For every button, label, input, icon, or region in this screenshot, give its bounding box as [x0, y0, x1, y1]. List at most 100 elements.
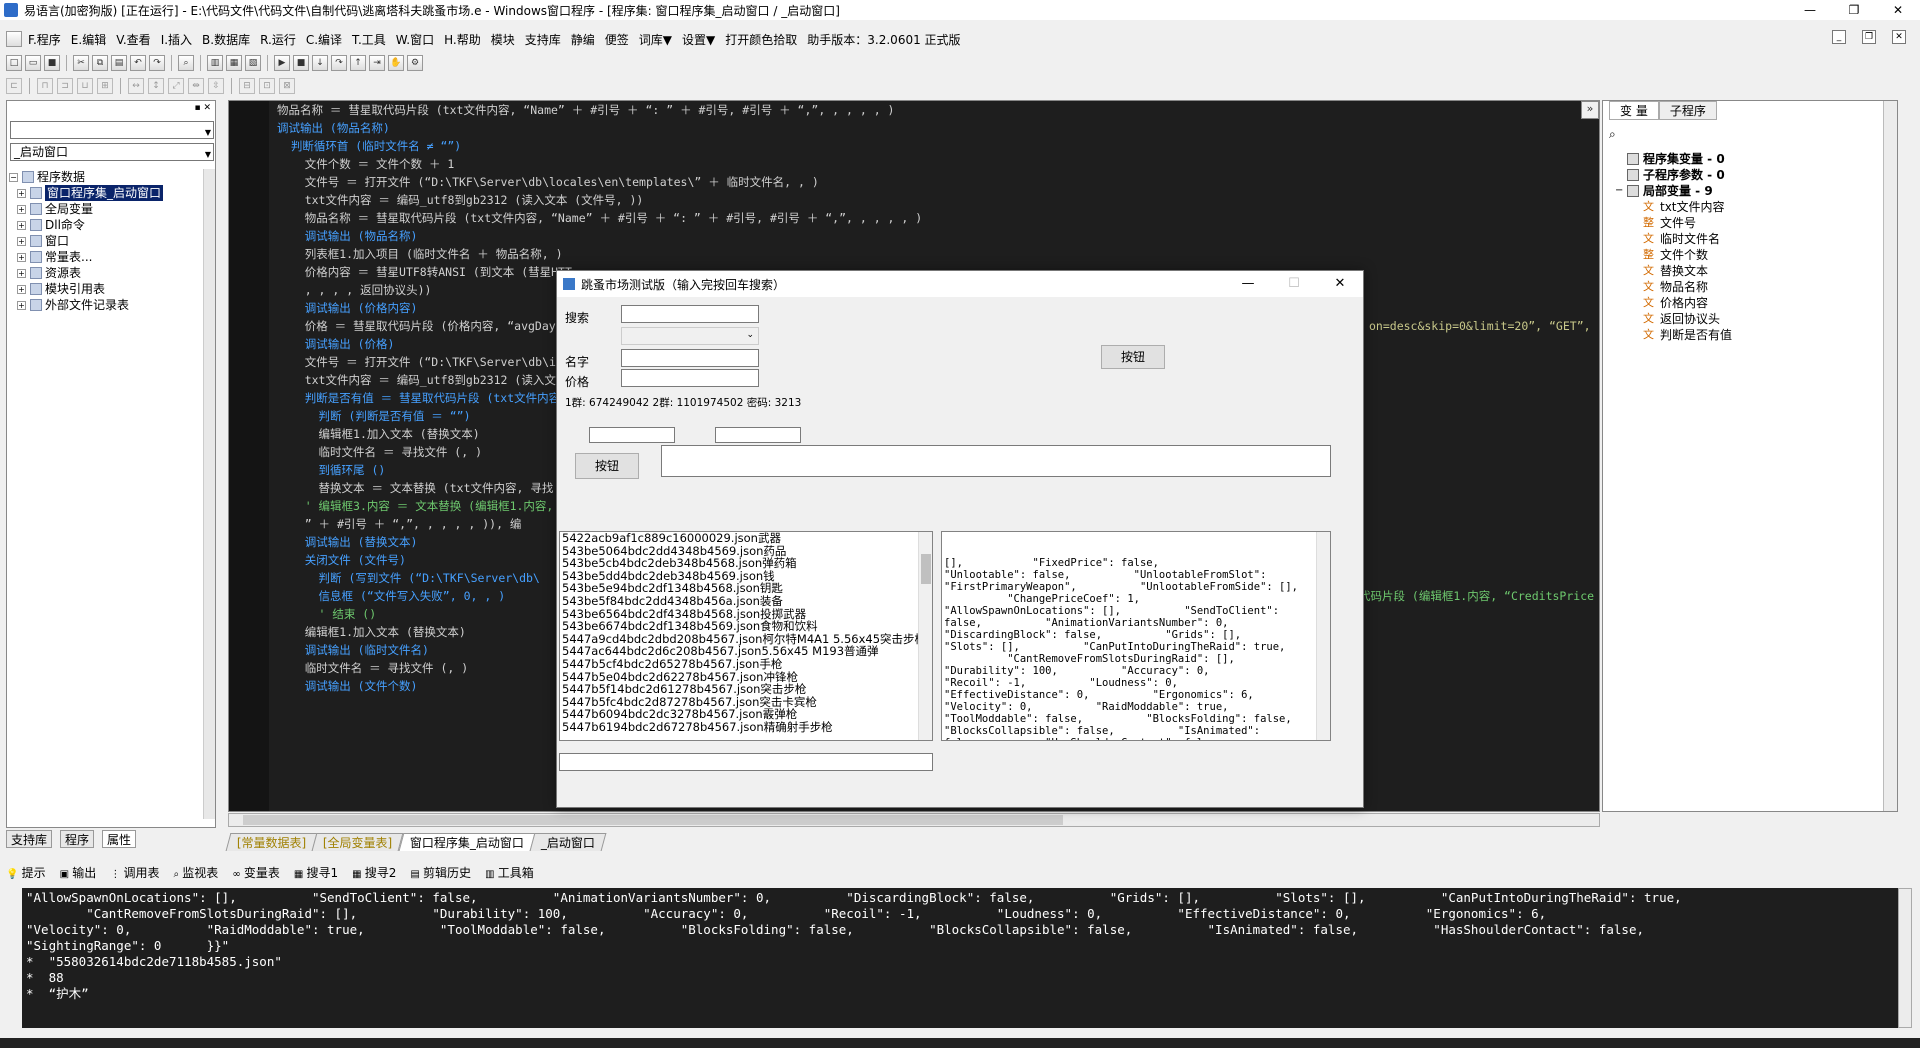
variable-item[interactable]: − 局部变量 - 9 [1615, 183, 1732, 199]
editor-tab[interactable]: 窗口程序集_启动窗口 [398, 833, 536, 851]
menu-item[interactable]: 助手版本：3.2.0601 正式版 [807, 31, 960, 48]
tree-item[interactable]: + 资源表 [9, 265, 163, 281]
mdi-minimize-button[interactable]: _ [1832, 30, 1846, 44]
left-tab[interactable]: 程序 [60, 830, 95, 848]
expand-icon[interactable]: + [17, 236, 26, 246]
menu-item[interactable]: W.窗口 [396, 31, 434, 48]
space-v-icon[interactable]: ⇳ [208, 78, 224, 94]
redo-icon[interactable]: ↷ [149, 55, 165, 71]
menu-item[interactable]: C.编译 [306, 31, 342, 48]
undo-icon[interactable]: ↶ [130, 55, 146, 71]
mdi-restore-button[interactable]: ❐ [1862, 30, 1876, 44]
menu-item[interactable]: I.插入 [161, 31, 192, 48]
variable-item[interactable]: 文 txt文件内容 [1615, 199, 1732, 215]
stop-icon[interactable]: ■ [293, 55, 309, 71]
center-v-icon[interactable]: ⊡ [259, 78, 275, 94]
expand-icon[interactable]: + [17, 188, 26, 198]
menu-item[interactable]: R.运行 [260, 31, 296, 48]
run-icon[interactable]: ▶ [274, 55, 290, 71]
tree-item[interactable]: + 全局变量 [9, 201, 163, 217]
variable-item[interactable]: 文临时文件名 [1615, 231, 1732, 247]
bottom-tab[interactable]: ▥ 工具箱 [485, 864, 534, 881]
align-bottom-icon[interactable]: ⊔ [77, 78, 93, 94]
submit-button[interactable]: 按钮 [575, 453, 639, 479]
output-scrollbar[interactable] [1898, 888, 1912, 1028]
bottom-tab[interactable]: ▦ 搜寻1 [294, 864, 338, 881]
expand-icon[interactable]: + [17, 284, 26, 294]
search-icon[interactable]: ⌕ [1609, 127, 1616, 142]
tree-item[interactable]: + 窗口程序集_启动窗口 [9, 185, 164, 201]
layout3-icon[interactable]: ▧ [245, 55, 261, 71]
variable-item[interactable]: 文判断是否有值 [1615, 327, 1732, 343]
tree-item[interactable]: + 外部文件记录表 [9, 297, 163, 313]
expand-icon[interactable]: + [17, 204, 26, 214]
editor-tab[interactable]: _启动窗口 [529, 833, 607, 851]
variable-item[interactable]: 整文件个数 [1615, 247, 1732, 263]
bottom-tab[interactable]: ⋮ 调用表 [110, 864, 159, 881]
dialog-maximize-button[interactable]: ☐ [1271, 271, 1317, 297]
expand-icon[interactable]: + [17, 268, 26, 278]
list-item[interactable]: 543be6674bdc2df1348b4569.json食物和饮料 [560, 620, 932, 633]
menu-item[interactable]: H.帮助 [444, 31, 481, 48]
variable-item[interactable]: 文价格内容 [1615, 295, 1732, 311]
editor-tab[interactable]: [常量数据表] [225, 833, 318, 851]
menu-item[interactable]: V.查看 [116, 31, 150, 48]
editor-hscrollbar[interactable] [228, 813, 1600, 827]
tree-item[interactable]: + 窗口 [9, 233, 163, 249]
tree-item[interactable]: + 常量表... [9, 249, 163, 265]
window-combo[interactable]: _启动窗口 ▼ [10, 143, 214, 161]
tree-item[interactable]: + 模块引用表 [9, 281, 163, 297]
menu-item[interactable]: 设置▼ [682, 31, 715, 48]
variable-item[interactable]: 子程序参数 - 0 [1615, 167, 1732, 183]
menu-item[interactable]: 词库▼ [639, 31, 672, 48]
list-item[interactable]: 5447b5cf4bdc2d65278b4567.json手枪 [560, 658, 932, 671]
cut-icon[interactable]: ✂ [73, 55, 89, 71]
item-listbox[interactable]: 5422acb9af1c889c16000029.json武器 543be5064… [559, 531, 933, 741]
align-center-icon[interactable]: ⊞ [97, 78, 113, 94]
variable-item[interactable]: 文替换文本 [1615, 263, 1732, 279]
menu-item[interactable]: 打开颜色拾取 [725, 31, 797, 48]
bottom-tab[interactable]: ⌕ 监视表 [174, 864, 219, 881]
same-width-icon[interactable]: ↔ [128, 78, 144, 94]
output-console[interactable]: "AllowSpawnOnLocations": [], "SendToClie… [22, 888, 1898, 1028]
search-input[interactable] [621, 305, 759, 323]
menu-item[interactable]: 支持库 [525, 31, 561, 48]
field-a-input[interactable] [589, 427, 675, 443]
step-into-icon[interactable]: ↓ [312, 55, 328, 71]
same-height-icon[interactable]: ↕ [148, 78, 164, 94]
step-out-icon[interactable]: ↑ [350, 55, 366, 71]
bottom-tab[interactable]: ▤ 剪辑历史 [410, 864, 471, 881]
hand-icon[interactable]: ✋ [388, 55, 404, 71]
expand-icon[interactable]: + [17, 220, 26, 230]
bottom-edit[interactable] [559, 753, 933, 771]
layout1-icon[interactable]: ▥ [207, 55, 223, 71]
grid-icon[interactable]: ⊠ [279, 78, 295, 94]
right-tab[interactable]: 子程序 [1658, 101, 1717, 120]
expand-icon[interactable]: − [1615, 183, 1627, 199]
object-combo[interactable]: ▼ [10, 121, 214, 139]
menu-item[interactable]: B.数据库 [202, 31, 250, 48]
right-tab[interactable]: 变 量 [1609, 101, 1659, 120]
panel-pin-icon[interactable]: ▪ ✕ [194, 103, 211, 113]
menu-item[interactable]: F.程序 [28, 31, 61, 48]
expand-icon[interactable]: + [17, 300, 26, 310]
result-edit[interactable] [661, 445, 1331, 477]
copy-icon[interactable]: ⧉ [92, 55, 108, 71]
list-item[interactable]: 543be5f84bdc2dd4348b456a.json装备 [560, 595, 932, 608]
variable-item[interactable]: 文返回协议头 [1615, 311, 1732, 327]
expand-icon[interactable]: + [17, 252, 26, 262]
collapse-panel-button[interactable]: » [1581, 101, 1599, 119]
list-item[interactable]: 5447b5f14bdc2d61278b4567.json突击步枪 [560, 683, 932, 696]
same-size-icon[interactable]: ⤢ [168, 78, 184, 94]
maximize-button[interactable]: ❐ [1832, 0, 1876, 20]
variable-item[interactable]: 程序集变量 - 0 [1615, 151, 1732, 167]
list-item[interactable]: 5422acb9af1c889c16000029.json武器 [560, 532, 932, 545]
dialog-minimize-button[interactable]: — [1225, 271, 1271, 297]
action-button[interactable]: 按钮 [1101, 345, 1165, 369]
editor-tab[interactable]: [全局变量表] [311, 833, 405, 851]
close-button[interactable]: ✕ [1876, 0, 1920, 20]
paste-icon[interactable]: ▤ [111, 55, 127, 71]
tree-item[interactable]: − 程序数据 [9, 169, 163, 185]
dialog-close-button[interactable]: ✕ [1317, 271, 1363, 297]
bottom-tab[interactable]: ▣ 输出 [60, 864, 97, 881]
